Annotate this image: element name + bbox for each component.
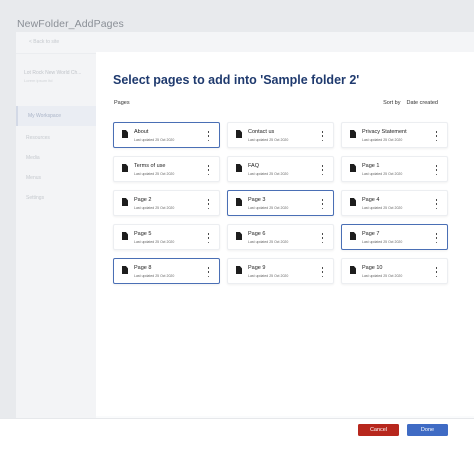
page-icon: [122, 130, 128, 138]
page-card[interactable]: About Last updated 25 Oct 2020: [113, 122, 220, 148]
more-options-icon[interactable]: [321, 165, 324, 175]
more-options-icon[interactable]: [321, 233, 324, 243]
page-card[interactable]: Page 5 Last updated 25 Oct 2020: [113, 224, 220, 250]
sort-value[interactable]: Date created: [407, 100, 439, 106]
page-card-title: Page 6: [248, 231, 266, 237]
page-card[interactable]: FAQ Last updated 25 Oct 2020: [227, 156, 334, 182]
page-card-title: Contact us: [248, 129, 275, 135]
pages-label: Pages: [114, 100, 130, 106]
more-options-icon[interactable]: [207, 165, 210, 175]
page-card-date: Last updated 25 Oct 2020: [134, 138, 175, 142]
more-options-icon[interactable]: [435, 131, 438, 141]
page-card[interactable]: Page 2 Last updated 25 Oct 2020: [113, 190, 220, 216]
page-card-date: Last updated 25 Oct 2020: [248, 172, 289, 176]
page-card-title: Page 2: [134, 197, 152, 203]
page-card-date: Last updated 25 Oct 2020: [248, 274, 289, 278]
dialog-footer: Cancel Done: [0, 418, 474, 450]
top-bar: < Back to site: [16, 32, 474, 54]
page-card-date: Last updated 25 Oct 2020: [248, 240, 289, 244]
page-icon: [236, 198, 242, 206]
page-card-date: Last updated 25 Oct 2020: [248, 138, 289, 142]
page-card-date: Last updated 25 Oct 2020: [248, 206, 289, 210]
more-options-icon[interactable]: [207, 131, 210, 141]
more-options-icon[interactable]: [321, 199, 324, 209]
page-card[interactable]: Page 9 Last updated 25 Oct 2020: [227, 258, 334, 284]
page-card-title: Page 9: [248, 265, 266, 271]
page-icon: [350, 232, 356, 240]
page-icon: [350, 198, 356, 206]
sort-control[interactable]: Sort by Date created: [383, 100, 438, 106]
more-options-icon[interactable]: [207, 233, 210, 243]
page-card-title: About: [134, 129, 149, 135]
done-button[interactable]: Done: [407, 424, 448, 436]
more-options-icon[interactable]: [321, 267, 324, 277]
page-card-title: Page 8: [134, 265, 152, 271]
page-card-date: Last updated 25 Oct 2020: [362, 206, 403, 210]
page-card[interactable]: Page 3 Last updated 25 Oct 2020: [227, 190, 334, 216]
page-icon: [122, 198, 128, 206]
page-card-title: Page 5: [134, 231, 152, 237]
sidebar-item-menus[interactable]: Menus: [16, 168, 96, 188]
page-icon: [236, 232, 242, 240]
more-options-icon[interactable]: [207, 267, 210, 277]
page-icon: [236, 130, 242, 138]
page-card-title: Terms of use: [134, 163, 166, 169]
page-card-grid: About Last updated 25 Oct 2020 Contact us L…: [113, 122, 449, 284]
page-card-title: Page 1: [362, 163, 380, 169]
page-card[interactable]: Contact us Last updated 25 Oct 2020: [227, 122, 334, 148]
page-card-title: Page 10: [362, 265, 383, 271]
more-options-icon[interactable]: [435, 267, 438, 277]
page-icon: [350, 266, 356, 274]
sidebar-item-my-workspace[interactable]: My Workspace: [16, 106, 96, 126]
page-card[interactable]: Page 8 Last updated 25 Oct 2020: [113, 258, 220, 284]
site-name: Lot Rock New World Ch...: [24, 70, 82, 76]
sidebar-item-resources[interactable]: Resources: [16, 128, 96, 148]
cancel-button[interactable]: Cancel: [358, 424, 399, 436]
page-card-date: Last updated 25 Oct 2020: [134, 206, 175, 210]
site-subtitle: Lorem ipsum ltd: [24, 78, 53, 83]
page-card[interactable]: Page 10 Last updated 25 Oct 2020: [341, 258, 448, 284]
page-card-title: Page 4: [362, 197, 380, 203]
page-card-title: FAQ: [248, 163, 260, 169]
more-options-icon[interactable]: [207, 199, 210, 209]
page-card-title: Page 7: [362, 231, 380, 237]
page-card-date: Last updated 25 Oct 2020: [362, 240, 403, 244]
more-options-icon[interactable]: [435, 199, 438, 209]
page-icon: [122, 232, 128, 240]
more-options-icon[interactable]: [435, 165, 438, 175]
page-card[interactable]: Page 1 Last updated 25 Oct 2020: [341, 156, 448, 182]
more-options-icon[interactable]: [435, 233, 438, 243]
sort-by-label: Sort by: [383, 100, 401, 106]
page-card-date: Last updated 25 Oct 2020: [362, 172, 403, 176]
page-icon: [236, 164, 242, 172]
sidebar-item-settings[interactable]: Settings: [16, 188, 96, 208]
page-card[interactable]: Page 6 Last updated 25 Oct 2020: [227, 224, 334, 250]
back-to-site-link[interactable]: < Back to site: [29, 39, 59, 45]
page-card-date: Last updated 25 Oct 2020: [362, 274, 403, 278]
page-icon: [122, 266, 128, 274]
page-card[interactable]: Page 4 Last updated 25 Oct 2020: [341, 190, 448, 216]
page-card[interactable]: Page 7 Last updated 25 Oct 2020: [341, 224, 448, 250]
window-title: NewFolder_AddPages: [17, 18, 124, 30]
page-card-date: Last updated 25 Oct 2020: [362, 138, 403, 142]
more-options-icon[interactable]: [321, 131, 324, 141]
page-card-date: Last updated 25 Oct 2020: [134, 240, 175, 244]
dialog-title: Select pages to add into 'Sample folder …: [113, 73, 360, 87]
sidebar-item-media[interactable]: Media: [16, 148, 96, 168]
select-pages-dialog: Select pages to add into 'Sample folder …: [96, 52, 474, 416]
page-icon: [236, 266, 242, 274]
page-card[interactable]: Terms of use Last updated 25 Oct 2020: [113, 156, 220, 182]
page-card-date: Last updated 25 Oct 2020: [134, 274, 175, 278]
page-card[interactable]: Privacy Statement Last updated 25 Oct 202…: [341, 122, 448, 148]
page-icon: [350, 164, 356, 172]
page-card-title: Privacy Statement: [362, 129, 407, 135]
sidebar: Lot Rock New World Ch... Lorem ipsum ltd…: [16, 54, 96, 450]
page-card-date: Last updated 25 Oct 2020: [134, 172, 175, 176]
page-icon: [122, 164, 128, 172]
page-icon: [350, 130, 356, 138]
page-card-title: Page 3: [248, 197, 266, 203]
